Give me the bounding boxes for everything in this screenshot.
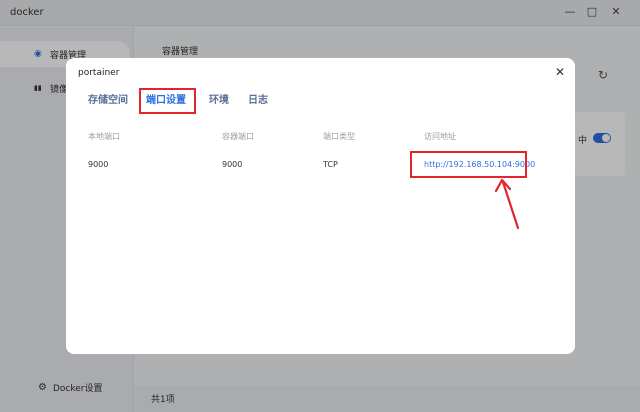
column-header: 端口类型 bbox=[323, 132, 355, 141]
annotation-arrow-icon bbox=[494, 178, 520, 230]
container-port-cell: 9000 bbox=[222, 160, 243, 169]
tab-environment[interactable]: 环境 bbox=[209, 90, 229, 112]
column-header: 访问地址 bbox=[424, 132, 456, 141]
tab-logs[interactable]: 日志 bbox=[248, 90, 268, 112]
column-header: 本地端口 bbox=[88, 132, 120, 141]
port-type-cell: TCP bbox=[323, 160, 338, 169]
tab-storage[interactable]: 存储空间 bbox=[88, 90, 128, 112]
link-highlight-box bbox=[410, 151, 527, 178]
column-header: 容器端口 bbox=[222, 132, 254, 141]
local-port-cell: 9000 bbox=[88, 160, 109, 169]
dialog-title: portainer bbox=[78, 68, 120, 78]
tab-highlight-box bbox=[139, 88, 196, 114]
close-icon[interactable]: ✕ bbox=[555, 65, 565, 79]
